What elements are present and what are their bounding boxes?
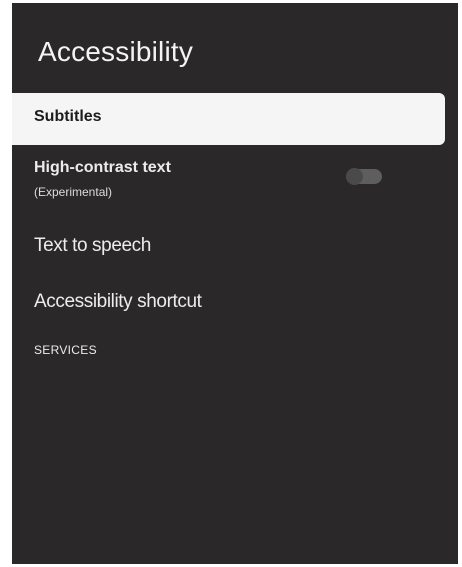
text-to-speech-label: Text to speech: [34, 235, 151, 256]
text-to-speech-item[interactable]: Text to speech: [12, 231, 445, 261]
subtitles-item[interactable]: Subtitles: [12, 93, 445, 145]
accessibility-shortcut-label: Accessibility shortcut: [34, 291, 202, 312]
accessibility-settings-panel: Accessibility Subtitles High-contrast te…: [12, 3, 458, 564]
subtitles-label: Subtitles: [34, 108, 102, 125]
page-title: Accessibility: [38, 36, 194, 67]
services-section-header: SERVICES: [34, 343, 97, 357]
high-contrast-text-sublabel: (Experimental): [34, 185, 113, 199]
high-contrast-text-item[interactable]: High-contrast text (Experimental): [12, 155, 445, 211]
accessibility-shortcut-item[interactable]: Accessibility shortcut: [12, 287, 445, 317]
toggle-switch-icon: [346, 168, 363, 185]
high-contrast-text-label: High-contrast text: [34, 159, 171, 176]
high-contrast-toggle[interactable]: [346, 168, 382, 185]
screen: Accessibility Subtitles High-contrast te…: [0, 0, 462, 567]
